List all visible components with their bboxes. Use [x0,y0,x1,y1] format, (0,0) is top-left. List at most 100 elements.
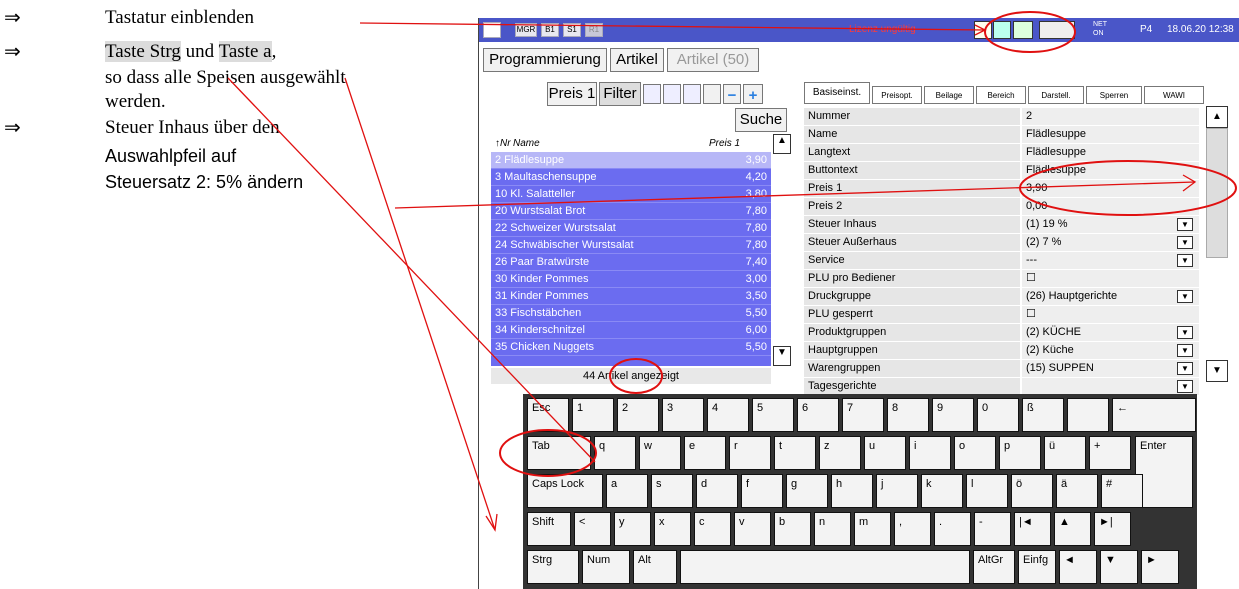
list-item[interactable]: 20 Wurstsalat Brot 7,80 [491,203,771,220]
minus-icon[interactable]: − [723,84,741,104]
key-+[interactable]: + [1089,436,1131,470]
key-altgr[interactable]: AltGr [973,550,1015,584]
key-u[interactable]: u [864,436,906,470]
key-6[interactable]: 6 [797,398,839,432]
dropdown-arrow-icon[interactable]: ▼ [1177,290,1193,303]
key-o[interactable]: o [954,436,996,470]
no-network-icon[interactable] [974,21,992,39]
key-v[interactable]: v [734,512,771,546]
key-4[interactable]: 4 [707,398,749,432]
key-←[interactable]: ← [1112,398,1196,432]
list-item[interactable]: 31 Kinder Pommes 3,50 [491,288,771,305]
list-item[interactable]: 10 Kl. Salatteller 3,80 [491,186,771,203]
key-tab[interactable]: Tab [527,436,591,470]
key-3[interactable]: 3 [662,398,704,432]
key-1[interactable]: 1 [572,398,614,432]
list-item[interactable]: 2 Flädlesuppe 3,90 [491,152,771,169]
tab-darstell[interactable]: Darstell. [1028,86,1084,104]
equal-icon[interactable] [683,84,701,104]
list-scroll-up-icon[interactable]: ▲ [773,134,791,154]
key-9[interactable]: 9 [932,398,974,432]
move-bottom-icon[interactable] [643,84,661,104]
property-value[interactable]: (26) Hauptgerichte ▼ [1022,288,1199,305]
property-value[interactable]: (1) 19 % ▼ [1022,216,1199,233]
key-einfg[interactable]: Einfg [1018,550,1056,584]
key-n[interactable]: n [814,512,851,546]
key-blank[interactable] [680,550,970,584]
key-ü[interactable]: ü [1044,436,1086,470]
key-7[interactable]: 7 [842,398,884,432]
list-item[interactable]: 3 Maultaschensuppe 4,20 [491,169,771,186]
property-value[interactable]: --- ▼ [1022,252,1199,269]
props-scroll-up-icon[interactable]: ▲ [1206,106,1228,128]
list-item[interactable]: 35 Chicken Nuggets 5,50 [491,339,771,356]
property-value[interactable]: 3,90 [1022,180,1199,197]
property-value[interactable]: (15) SUPPEN ▼ [1022,360,1199,377]
article-list[interactable]: 2 Flädlesuppe 3,90 3 Maultaschensuppe 4,20… [491,152,771,366]
dropdown-arrow-icon[interactable]: ▼ [1177,326,1193,339]
refresh-icon[interactable] [993,21,1011,39]
col-name[interactable]: Name [513,138,540,149]
key-,[interactable]: , [894,512,931,546]
key-x[interactable]: x [654,512,691,546]
key-b[interactable]: b [774,512,811,546]
key-q[interactable]: q [594,436,636,470]
key-s[interactable]: s [651,474,693,508]
copy-icon[interactable] [703,84,721,104]
plus-icon[interactable]: + [743,84,763,104]
dropdown-arrow-icon[interactable]: ▼ [1177,362,1193,375]
key-shift[interactable]: Shift [527,512,571,546]
property-value[interactable]: Flädlesuppe [1022,126,1199,143]
property-value[interactable]: ☐ [1022,270,1199,287]
price-select-button[interactable]: Preis 1 [547,82,597,106]
keyboard-toggle-icon[interactable] [1039,21,1075,39]
list-scroll-down-icon[interactable]: ▼ [773,346,791,366]
breadcrumb-programmierung[interactable]: Programmierung [483,48,607,72]
key-c[interactable]: c [694,512,731,546]
key-h[interactable]: h [831,474,873,508]
key-i[interactable]: i [909,436,951,470]
key-◄[interactable]: ◄ [1059,550,1097,584]
dropdown-arrow-icon[interactable]: ▼ [1177,344,1193,357]
tab-beilage[interactable]: Beilage [924,86,974,104]
list-item[interactable]: 22 Schweizer Wurstsalat 7,80 [491,220,771,237]
dropdown-arrow-icon[interactable]: ▼ [1177,218,1193,231]
key-0[interactable]: 0 [977,398,1019,432]
property-value[interactable]: (2) KÜCHE ▼ [1022,324,1199,341]
property-value[interactable]: Flädlesuppe [1022,144,1199,161]
key-esc[interactable]: Esc [527,398,569,432]
key-z[interactable]: z [819,436,861,470]
list-item[interactable]: 26 Paar Bratwürste 7,40 [491,254,771,271]
key-ä[interactable]: ä [1056,474,1098,508]
dropdown-arrow-icon[interactable]: ▼ [1177,254,1193,267]
tab-wawi[interactable]: WAWI [1144,86,1204,104]
key-t[interactable]: t [774,436,816,470]
move-top-icon[interactable] [663,84,681,104]
key-►[interactable]: ► [1141,550,1179,584]
tab-basiseinst[interactable]: Basiseinst. [804,82,870,104]
props-scroll-down-icon[interactable]: ▼ [1206,360,1228,382]
key-enter[interactable]: Enter [1135,436,1193,508]
key-j[interactable]: j [876,474,918,508]
key-alt[interactable]: Alt [633,550,677,584]
list-item[interactable]: 33 Fischstäbchen 5,50 [491,305,771,322]
key-►|[interactable]: ►| [1094,512,1131,546]
key-.[interactable]: . [934,512,971,546]
key-8[interactable]: 8 [887,398,929,432]
key-blank[interactable] [1067,398,1109,432]
tab-sperren[interactable]: Sperren [1086,86,1142,104]
key-r[interactable]: r [729,436,771,470]
key-#[interactable]: # [1101,474,1143,508]
search-button[interactable]: Suche [735,108,787,132]
key-▲[interactable]: ▲ [1054,512,1091,546]
list-item[interactable]: 30 Kinder Pommes 3,00 [491,271,771,288]
key-g[interactable]: g [786,474,828,508]
key-5[interactable]: 5 [752,398,794,432]
tab-preisopt[interactable]: Preisopt. [872,86,922,104]
props-scroll-thumb[interactable] [1206,128,1228,258]
tab-bereich[interactable]: Bereich [976,86,1026,104]
property-value[interactable]: (2) 7 % ▼ [1022,234,1199,251]
col-price[interactable]: Preis 1 [709,138,740,149]
key-strg[interactable]: Strg [527,550,579,584]
key-ö[interactable]: ö [1011,474,1053,508]
